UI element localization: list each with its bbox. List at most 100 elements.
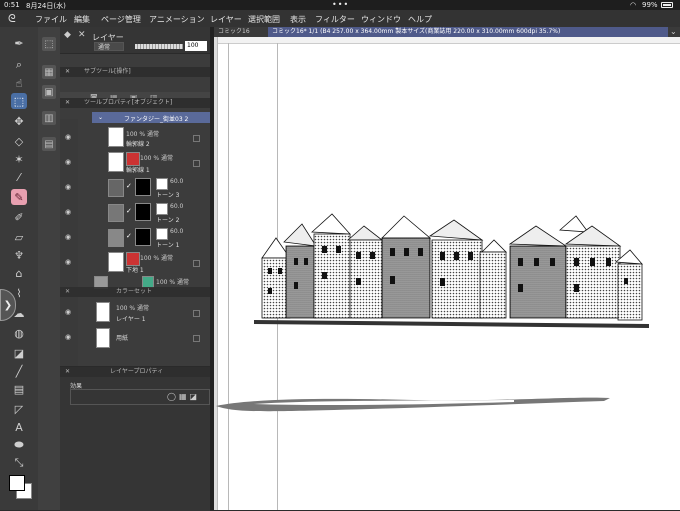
- layer-row[interactable]: ◉ 100 % 通常 輪郭線 1: [60, 150, 210, 174]
- menu-filter[interactable]: フィルター: [315, 14, 355, 25]
- app-logo-icon[interactable]: ᘓ: [8, 12, 16, 26]
- eye-icon[interactable]: ◉: [65, 158, 71, 166]
- fill-icon[interactable]: ◍: [11, 325, 27, 341]
- layer-name: 用紙: [116, 335, 129, 342]
- chevron-down-icon[interactable]: ⌄: [98, 114, 103, 121]
- close-icon[interactable]: ✕: [65, 287, 70, 297]
- colorset-label: カラーセット: [116, 288, 153, 295]
- material-icon[interactable]: ▥: [42, 111, 56, 125]
- effect-box: ◯▦◪: [70, 389, 210, 405]
- opacity-slider[interactable]: [135, 44, 183, 49]
- close-icon[interactable]: ✕: [65, 67, 70, 77]
- menu-window[interactable]: ウィンドウ: [361, 14, 401, 25]
- layer-folder[interactable]: ⌄ ファンタジー_街並03 2: [92, 112, 210, 123]
- chevron-down-icon[interactable]: ⌄: [670, 27, 677, 37]
- status-bar: 0:51 8月24日(水) ••• ◠ 99%: [0, 0, 680, 10]
- menu-selection[interactable]: 選択範囲: [248, 14, 280, 25]
- hand-icon[interactable]: ☝: [11, 75, 27, 91]
- tone-icon: [156, 228, 168, 240]
- lock-icon[interactable]: [193, 335, 200, 342]
- layer-row[interactable]: ◉ ✓ 60.0 トーン 1: [60, 225, 210, 249]
- menu-edit[interactable]: 編集: [74, 14, 90, 25]
- layer-opacity-mode: 100 % 通常: [156, 279, 189, 286]
- eraser-icon[interactable]: ▱: [11, 229, 27, 245]
- eye-icon[interactable]: ◉: [65, 308, 71, 316]
- close-icon[interactable]: ✕: [65, 98, 70, 108]
- eye-icon[interactable]: ◉: [65, 258, 71, 266]
- line-icon[interactable]: ╱: [11, 363, 27, 379]
- layer-row[interactable]: ◉ 100 % 通常 レイヤー 1: [60, 302, 210, 324]
- canvas-tab-active[interactable]: コミック16* 1/1 (B4 257.00 x 364.00mm 製本サイズ(…: [268, 27, 668, 37]
- layer-panel-icon[interactable]: ▦: [42, 65, 56, 79]
- lasso-icon[interactable]: ◇: [11, 133, 27, 149]
- eye-icon[interactable]: ◉: [65, 333, 71, 341]
- main-color-swatch[interactable]: [9, 475, 25, 491]
- subtool-group-icon[interactable]: ⬚: [42, 37, 56, 51]
- layer-name: レイヤー 1: [116, 316, 146, 323]
- pencil-icon[interactable]: ✐: [11, 209, 27, 225]
- zoom-icon[interactable]: ⌕: [11, 57, 27, 73]
- panel-icon-strip: ⬚ ▦ ▣ ▥ ▤: [38, 27, 61, 510]
- menu-animation[interactable]: アニメーション: [149, 14, 205, 25]
- layer-property-header: ✕ レイヤープロパティ: [60, 367, 210, 377]
- layer-opacity-mode: 100 % 通常: [140, 255, 173, 262]
- layer-opacity-mode: 100 % 通常: [116, 305, 149, 312]
- checkmark-icon: ✓: [126, 232, 132, 240]
- menu-layer[interactable]: レイヤー: [210, 14, 242, 25]
- effect-icons[interactable]: ◯▦◪: [167, 392, 200, 401]
- layer-opacity: 60.0: [170, 178, 184, 185]
- airbrush-icon[interactable]: ⌂: [11, 265, 27, 281]
- layers-icon[interactable]: ◆: [64, 30, 74, 40]
- lock-icon[interactable]: [193, 135, 200, 142]
- layer-property-label: レイヤープロパティ: [110, 368, 164, 375]
- blend-mode-select[interactable]: 通常: [94, 42, 124, 51]
- layer-thumbnail: [108, 179, 124, 197]
- opacity-value[interactable]: 100: [185, 41, 207, 51]
- layer-mask-thumbnail: [126, 152, 140, 166]
- eye-icon[interactable]: ◉: [65, 233, 71, 241]
- layer-row[interactable]: ◉ ✓ 60.0 トーン 2: [60, 200, 210, 224]
- tool-property-label: ツールプロパティ[オブジェクト]: [84, 99, 173, 106]
- history-icon[interactable]: ▤: [42, 137, 56, 151]
- layer-row[interactable]: ◉ 100 % 通常 輪郭線 2: [60, 125, 210, 149]
- tool-property-header: ✕ ツールプロパティ[オブジェクト]: [60, 98, 210, 108]
- tone-icon: [156, 178, 168, 190]
- menu-view[interactable]: 表示: [290, 14, 306, 25]
- canvas-area[interactable]: コミック16 コミック16* 1/1 (B4 257.00 x 364.00mm…: [214, 27, 680, 510]
- menu-file[interactable]: ファイル: [35, 14, 67, 25]
- eyedropper-icon[interactable]: ⁄: [11, 169, 27, 185]
- layer-row[interactable]: ◉ ✓ 60.0 トーン 3: [60, 175, 210, 199]
- frame-icon[interactable]: ▤: [11, 381, 27, 397]
- lock-icon[interactable]: [193, 160, 200, 167]
- tool-palette: ✒ ⌕ ☝ ⬚ ✥ ◇ ✶ ⁄ ✎ ✐ ▱ ♆ ⌂ ⌇ ☁ ◍ ◪ ╱ ▤ ◸ …: [0, 27, 39, 510]
- eye-icon[interactable]: ◉: [65, 208, 71, 216]
- balloon-icon[interactable]: ⬬: [11, 437, 27, 453]
- paper-thumbnail: [96, 328, 110, 348]
- menu-page[interactable]: ページ管理: [101, 14, 141, 25]
- canvas-tab-inactive[interactable]: コミック16: [214, 27, 266, 37]
- multitask-dots-icon[interactable]: •••: [332, 0, 349, 9]
- navigator-icon[interactable]: ▣: [42, 85, 56, 99]
- canvas-tab-bar: コミック16 コミック16* 1/1 (B4 257.00 x 364.00mm…: [214, 27, 680, 37]
- layer-name: 輪郭線 1: [126, 167, 150, 174]
- eye-icon[interactable]: ◉: [65, 183, 71, 191]
- magic-wand-icon[interactable]: ✶: [11, 151, 27, 167]
- menu-help[interactable]: ヘルプ: [408, 14, 432, 25]
- gradient-icon[interactable]: ◪: [11, 345, 27, 361]
- lock-icon[interactable]: [193, 260, 200, 267]
- brush-icon[interactable]: ♆: [11, 247, 27, 263]
- layer-row[interactable]: ◉ 用紙: [60, 327, 210, 349]
- pen-icon[interactable]: ✎: [11, 189, 27, 205]
- layer-row[interactable]: ◉ 100 % 通常 下地 1: [60, 250, 210, 274]
- eye-icon[interactable]: ◉: [65, 133, 71, 141]
- close-icon[interactable]: ✕: [78, 30, 88, 40]
- text-icon[interactable]: A: [11, 419, 27, 435]
- ruler-icon[interactable]: ◸: [11, 401, 27, 417]
- lock-icon[interactable]: [193, 310, 200, 317]
- correct-line-icon[interactable]: ⤡: [11, 455, 27, 471]
- pen-nib-icon[interactable]: ✒: [11, 35, 27, 51]
- close-icon[interactable]: ✕: [65, 367, 70, 377]
- layer-thumbnail: [108, 252, 124, 272]
- object-select-icon[interactable]: ⬚: [11, 93, 27, 109]
- move-icon[interactable]: ✥: [11, 113, 27, 129]
